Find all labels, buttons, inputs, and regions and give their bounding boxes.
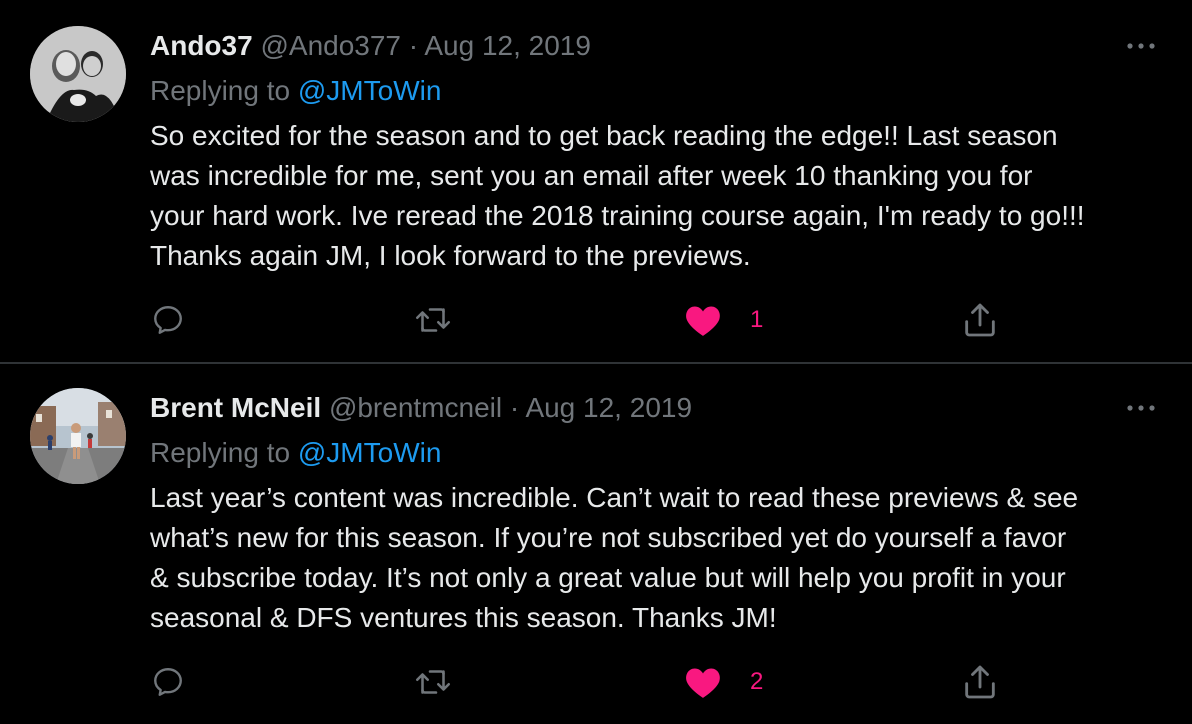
retweet-icon [415,670,451,694]
like-count: 1 [750,306,764,333]
tweet-text-line: seasonal & DFS ventures this season. Tha… [150,602,777,633]
user-handle[interactable]: @brentmcneil [329,392,502,423]
heart-icon [686,668,720,698]
user-handle[interactable]: @Ando377 [260,30,401,61]
tweet-text: So excited for the season and to get bac… [150,116,1160,276]
tweet-text-line: was incredible for me, sent you an email… [150,160,1033,191]
reply-icon [154,668,182,696]
replying-to: Replying to @JMToWin [150,72,441,110]
tweet-text-line: Last year’s content was incredible. Can’… [150,482,1079,513]
share-icon [965,665,995,699]
like-button[interactable]: 1 [684,296,763,344]
retweet-button[interactable] [413,296,453,344]
tweet-date[interactable]: Aug 12, 2019 [525,392,692,423]
avatar[interactable] [30,26,126,122]
tweet-actions: 2 [0,658,1192,706]
like-button[interactable]: 2 [684,658,763,706]
display-name[interactable]: Brent McNeil [150,392,321,423]
replying-to: Replying to @JMToWin [150,434,441,472]
tweet-actions: 1 [0,296,1192,344]
more-icon[interactable] [1124,34,1158,58]
tweet-text-line: Thanks again JM, I look forward to the p… [150,240,751,271]
mention-link[interactable]: @JMToWin [298,437,442,468]
heart-icon [686,306,720,336]
tweet-text-line: & subscribe today. It’s not only a great… [150,562,1066,593]
separator-dot: · [408,30,419,61]
display-name[interactable]: Ando37 [150,30,253,61]
avatar[interactable] [30,388,126,484]
replying-to-label: Replying to [150,75,291,106]
retweet-icon [415,308,451,332]
share-button[interactable] [960,296,1000,344]
share-button[interactable] [960,658,1000,706]
tweet-date[interactable]: Aug 12, 2019 [424,30,591,61]
share-icon [965,303,995,337]
tweet[interactable]: Ando37 @Ando377 · Aug 12, 2019 Replying … [0,0,1192,362]
tweet-text-line: your hard work. Ive reread the 2018 trai… [150,200,1085,231]
tweet-header: Ando37 @Ando377 · Aug 12, 2019 [150,28,591,64]
reply-button[interactable] [150,658,186,706]
reply-icon [154,306,182,334]
like-count: 2 [750,668,764,695]
tweet-text-line: what’s new for this season. If you’re no… [150,522,1067,553]
replying-to-label: Replying to [150,437,291,468]
more-icon[interactable] [1124,396,1158,420]
tweet-text: Last year’s content was incredible. Can’… [150,478,1160,638]
tweet-text-line: So excited for the season and to get bac… [150,120,1058,151]
reply-button[interactable] [150,296,186,344]
separator-dot: · [509,392,520,423]
tweet[interactable]: Brent McNeil @brentmcneil · Aug 12, 2019… [0,362,1192,724]
mention-link[interactable]: @JMToWin [298,75,442,106]
retweet-button[interactable] [413,658,453,706]
tweet-header: Brent McNeil @brentmcneil · Aug 12, 2019 [150,390,692,426]
